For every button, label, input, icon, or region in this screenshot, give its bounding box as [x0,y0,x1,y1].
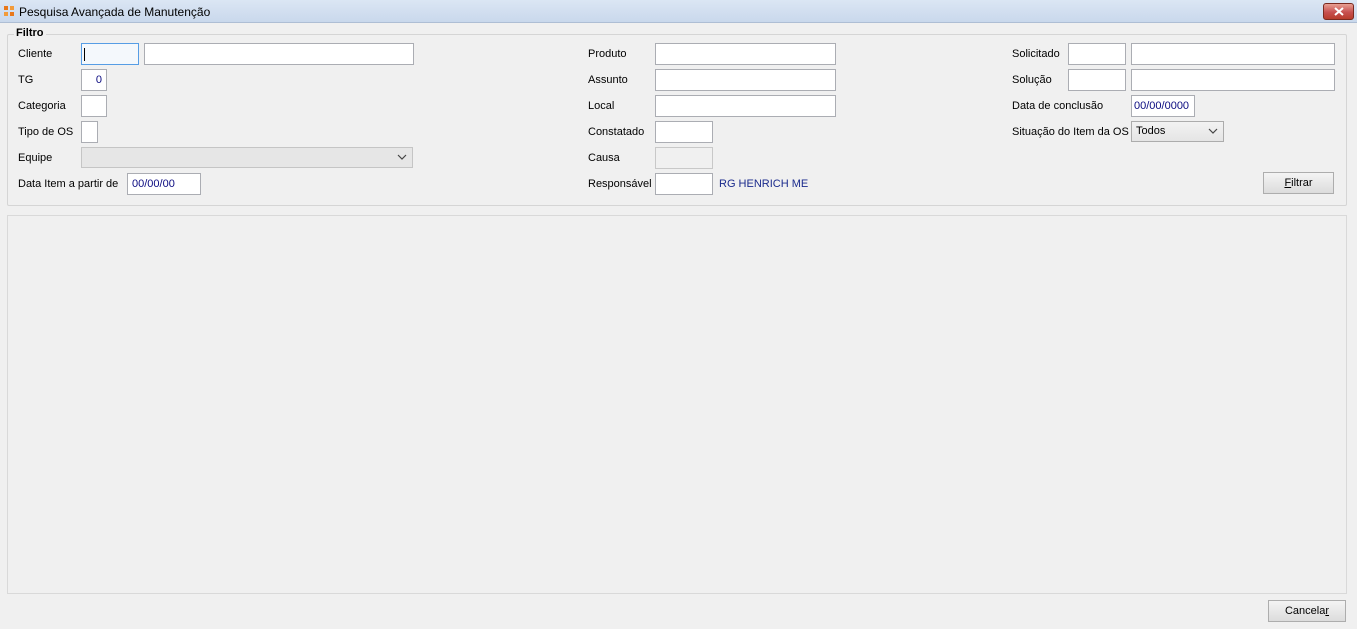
data-item-input[interactable]: 00/00/00 [127,173,201,195]
local-label: Local [588,100,615,112]
cancelar-label: Cancela [1284,605,1326,617]
close-button[interactable] [1323,3,1354,20]
chevron-down-icon [1208,128,1218,134]
constatado-input[interactable] [655,121,713,143]
tipo-os-label: Tipo de OS [18,126,74,138]
produto-input[interactable] [655,43,836,65]
solicitado-label: Solicitado [1012,48,1060,60]
filter-group-title: Filtro [14,27,46,39]
tipo-os-input[interactable] [81,121,98,143]
solicitado-code-input[interactable] [1068,43,1126,65]
local-input[interactable] [655,95,836,117]
responsavel-name: RG HENRICH ME [719,178,809,190]
title-bar: Pesquisa Avançada de Manutenção [0,0,1357,23]
situacao-value: Todos [1136,125,1166,137]
tg-input[interactable]: 0 [81,69,107,91]
solucao-name-input[interactable] [1131,69,1335,91]
data-item-label: Data Item a partir de [18,178,119,190]
assunto-label: Assunto [588,74,628,86]
causa-label: Causa [588,152,620,164]
filtrar-label: iltrar [1291,177,1313,189]
cliente-label: Cliente [18,48,53,60]
chevron-down-icon [397,154,407,160]
responsavel-code-input[interactable] [655,173,713,195]
data-conclusao-label: Data de conclusão [1012,100,1104,112]
assunto-input[interactable] [655,69,836,91]
solucao-code-input[interactable] [1068,69,1126,91]
window-title: Pesquisa Avançada de Manutenção [19,5,211,19]
app-icon [3,5,15,17]
cliente-name-input[interactable] [144,43,414,65]
constatado-label: Constatado [588,126,645,138]
situacao-label: Situação do Item da OS [1012,126,1129,138]
cliente-code-input[interactable] [81,43,139,65]
cancelar-mnemonic: r [1325,605,1330,617]
text-caret [84,48,85,61]
results-grid[interactable] [7,215,1347,594]
produto-label: Produto [588,48,627,60]
filtrar-button[interactable]: Filtrar [1263,172,1334,194]
responsavel-label: Responsável [588,178,652,190]
equipe-dropdown[interactable] [81,147,413,168]
data-conclusao-input[interactable]: 00/00/0000 [1131,95,1195,117]
tg-label: TG [18,74,34,86]
categoria-label: Categoria [18,100,66,112]
solucao-label: Solução [1012,74,1052,86]
equipe-label: Equipe [18,152,53,164]
situacao-dropdown[interactable]: Todos [1131,121,1224,142]
categoria-input[interactable] [81,95,107,117]
solicitado-name-input[interactable] [1131,43,1335,65]
cancelar-button[interactable]: Cancelar [1268,600,1346,622]
close-icon [1334,7,1344,16]
causa-input [655,147,713,169]
